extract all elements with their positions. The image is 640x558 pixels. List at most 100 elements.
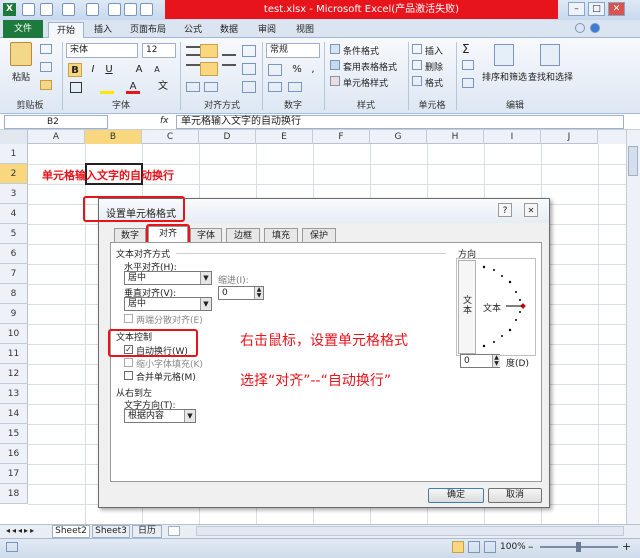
copy-icon[interactable] (40, 62, 52, 72)
cancel-button[interactable]: 取消 (488, 488, 542, 503)
zoom-level[interactable]: 100% (500, 542, 526, 552)
merge-checkbox[interactable] (124, 371, 133, 380)
vertical-scrollbar[interactable] (626, 130, 640, 524)
print-icon[interactable] (124, 3, 137, 16)
find-select-icon[interactable] (540, 44, 560, 66)
select-all-corner[interactable] (0, 130, 28, 144)
tab-view[interactable]: 视图 (290, 22, 320, 38)
row-header[interactable]: 13 (0, 384, 28, 404)
undo-icon[interactable] (40, 3, 53, 16)
chevron-down-icon[interactable]: ▼ (200, 272, 211, 284)
sheet-tab[interactable]: Sheet3 (92, 525, 130, 538)
border-icon[interactable] (86, 3, 99, 16)
sheet-tab[interactable]: 日历 (132, 525, 162, 538)
tab-data[interactable]: 数据 (214, 22, 244, 38)
align-center-icon[interactable] (200, 62, 218, 76)
column-header[interactable]: G (370, 130, 427, 144)
row-header[interactable]: 15 (0, 424, 28, 444)
autosum-button[interactable]: Σ (462, 42, 470, 56)
h-align-select[interactable]: 居中 (124, 271, 212, 285)
currency-icon[interactable] (268, 64, 282, 76)
row-header[interactable]: 6 (0, 244, 28, 264)
dialog-tab-number[interactable]: 数字 (114, 228, 146, 243)
wrap-text-icon[interactable] (242, 63, 256, 75)
print-preview-icon[interactable] (108, 3, 121, 16)
fill-icon[interactable] (462, 60, 474, 70)
page-break-view-icon[interactable] (484, 541, 496, 553)
borders-icon[interactable] (70, 82, 82, 93)
top-align-icon[interactable] (186, 46, 200, 56)
row-header[interactable]: 10 (0, 324, 28, 344)
grow-font-button[interactable]: A (132, 63, 146, 77)
decrease-indent-icon[interactable] (186, 82, 200, 92)
orientation-icon[interactable] (242, 45, 256, 57)
minimize-button[interactable]: – (568, 2, 585, 16)
page-layout-view-icon[interactable] (468, 541, 480, 553)
row-header[interactable]: 8 (0, 284, 28, 304)
bottom-align-icon[interactable] (222, 46, 236, 56)
insert-cells-button[interactable]: 插入 (425, 44, 443, 57)
row-header[interactable]: 7 (0, 264, 28, 284)
dialog-tab-fill[interactable]: 填充 (264, 228, 298, 243)
maximize-button[interactable]: □ (588, 2, 605, 16)
dialog-help-button[interactable]: ? (498, 203, 512, 217)
row-header[interactable]: 9 (0, 304, 28, 324)
row-header[interactable]: 3 (0, 184, 28, 204)
font-name-select[interactable]: 宋体 (66, 43, 138, 58)
align-left-icon[interactable] (186, 64, 200, 74)
comma-button[interactable]: , (306, 63, 320, 77)
column-header[interactable]: C (142, 130, 199, 144)
row-header[interactable]: 1 (0, 144, 28, 164)
sort-filter-label[interactable]: 排序和筛选 (482, 70, 527, 83)
paste-label[interactable]: 粘贴 (12, 70, 30, 83)
name-box[interactable]: B2 (4, 115, 108, 129)
tab-insert[interactable]: 插入 (88, 22, 118, 38)
font-size-select[interactable]: 12 (142, 43, 176, 58)
column-header[interactable]: A (28, 130, 85, 144)
number-format-select[interactable]: 常规 (266, 43, 320, 58)
normal-view-icon[interactable] (452, 541, 464, 553)
tab-page-layout[interactable]: 页面布局 (124, 22, 172, 38)
row-header[interactable]: 2 (0, 164, 28, 184)
increase-indent-icon[interactable] (204, 82, 218, 92)
sort-filter-icon[interactable] (494, 44, 514, 66)
bold-button[interactable]: B (68, 63, 82, 77)
underline-button[interactable]: U (102, 63, 116, 77)
scrollbar-thumb[interactable] (628, 146, 638, 176)
column-header[interactable]: I (484, 130, 541, 144)
column-header[interactable]: H (427, 130, 484, 144)
dialog-tab-border[interactable]: 边框 (226, 228, 260, 243)
save-icon[interactable] (22, 3, 35, 16)
row-header[interactable]: 16 (0, 444, 28, 464)
tab-formulas[interactable]: 公式 (178, 22, 208, 38)
row-header[interactable]: 12 (0, 364, 28, 384)
column-header[interactable]: F (313, 130, 370, 144)
format-cells-button[interactable]: 格式 (425, 76, 443, 89)
decrease-decimal-icon[interactable] (288, 82, 302, 92)
delete-cells-button[interactable]: 删除 (425, 60, 443, 73)
middle-align-icon[interactable] (200, 44, 218, 58)
row-header[interactable]: 14 (0, 404, 28, 424)
fill-color-icon[interactable] (100, 82, 114, 94)
paste-icon[interactable] (140, 3, 153, 16)
percent-button[interactable]: % (290, 63, 304, 77)
column-header[interactable]: E (256, 130, 313, 144)
zoom-in-button[interactable]: + (622, 540, 631, 553)
row-header[interactable]: 11 (0, 344, 28, 364)
macro-icon[interactable] (6, 542, 18, 552)
chevron-down-icon[interactable]: ▼ (184, 410, 195, 422)
find-select-label[interactable]: 查找和选择 (528, 70, 573, 83)
tab-home[interactable]: 开始 (48, 22, 84, 38)
chevron-down-icon[interactable]: ▼ (200, 298, 211, 310)
column-header[interactable]: J (541, 130, 598, 144)
column-header[interactable]: B (85, 130, 142, 144)
cell-styles-button[interactable]: 单元格样式 (343, 76, 388, 89)
merge-center-icon[interactable] (242, 81, 256, 93)
formula-input[interactable]: 单元格输入文字的自动换行 (176, 115, 624, 129)
format-painter-icon[interactable] (40, 80, 52, 90)
distributed-checkbox[interactable] (124, 314, 133, 323)
new-sheet-icon[interactable] (168, 526, 180, 536)
sheet-tab[interactable]: Sheet2 (52, 525, 90, 538)
row-header[interactable]: 17 (0, 464, 28, 484)
ribbon-collapse-icon[interactable] (575, 23, 585, 33)
